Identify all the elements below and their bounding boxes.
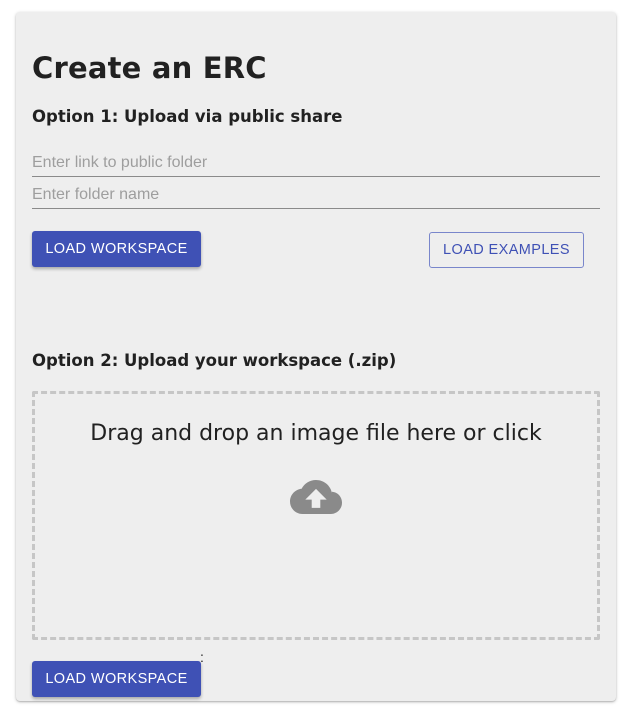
option1-heading: Option 1: Upload via public share: [32, 107, 343, 126]
create-erc-card: Create an ERC Option 1: Upload via publi…: [16, 12, 616, 701]
public-folder-link-input[interactable]: [32, 150, 600, 177]
load-examples-button[interactable]: LOAD EXAMPLES: [429, 232, 584, 268]
dropzone-text: Drag and drop an image file here or clic…: [90, 421, 542, 446]
load-workspace-zip-button[interactable]: LOAD WORKSPACE: [32, 661, 201, 697]
file-dropzone[interactable]: Drag and drop an image file here or clic…: [32, 391, 600, 640]
cloud-upload-icon: [290, 480, 342, 514]
page-title: Create an ERC: [32, 51, 267, 85]
load-workspace-button[interactable]: LOAD WORKSPACE: [32, 231, 201, 267]
option2-heading: Option 2: Upload your workspace (.zip): [32, 351, 397, 370]
folder-name-input[interactable]: [32, 182, 600, 209]
